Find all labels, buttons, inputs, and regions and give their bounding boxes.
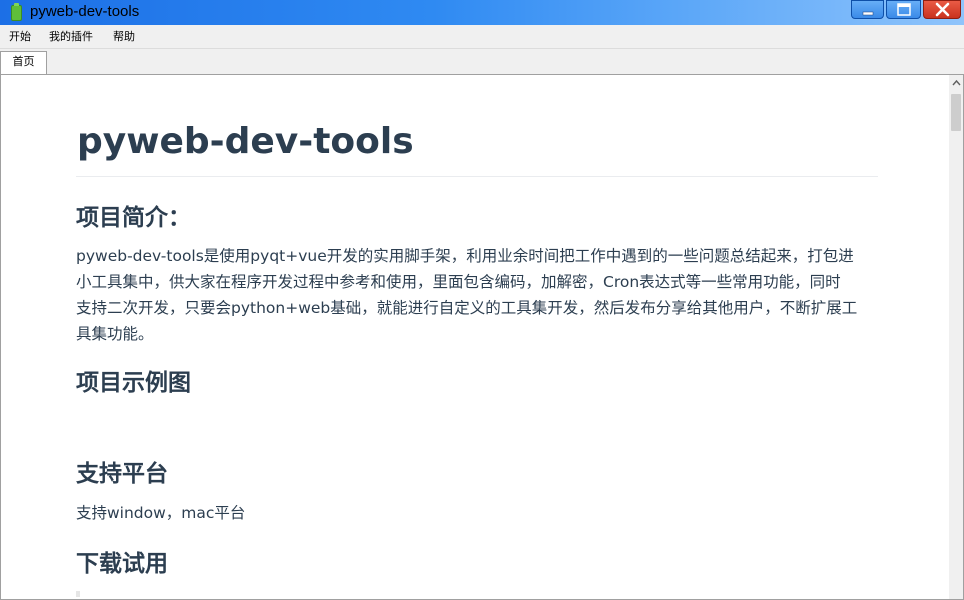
- tab-bar: 首页: [0, 49, 964, 75]
- maximize-icon: [897, 3, 911, 16]
- menu-item-help[interactable]: 帮助: [113, 29, 135, 45]
- scrollbar-thumb[interactable]: [951, 94, 961, 131]
- window-titlebar[interactable]: pyweb-dev-tools: [0, 0, 964, 25]
- close-button[interactable]: [923, 0, 961, 19]
- menu-item-my-plugins[interactable]: 我的插件: [49, 29, 93, 45]
- section-heading-platforms: 支持平台: [76, 461, 168, 487]
- page-title: pyweb-dev-tools: [77, 121, 414, 162]
- section-heading-download: 下载试用: [76, 551, 168, 577]
- minimize-icon: [862, 11, 874, 16]
- window-title: pyweb-dev-tools: [30, 3, 140, 20]
- intro-paragraph: pyweb-dev-tools是使用pyqt+vue开发的实用脚手架，利用业余时…: [76, 243, 878, 347]
- content-view: pyweb-dev-tools 项目简介： pyweb-dev-tools是使用…: [0, 74, 964, 600]
- maximize-button[interactable]: [886, 0, 921, 19]
- tab-home[interactable]: 首页: [0, 51, 47, 75]
- vertical-scrollbar[interactable]: [949, 75, 963, 599]
- intro-line: 具集功能。: [76, 325, 154, 343]
- menu-item-start[interactable]: 开始: [9, 29, 31, 45]
- menu-bar: 开始 我的插件 帮助: [0, 25, 964, 49]
- intro-line: 支持二次开发，只要会python+web基础，就能进行自定义的工具集开发，然后发…: [76, 299, 858, 317]
- close-icon: [935, 2, 950, 17]
- platforms-paragraph: 支持window，mac平台: [76, 500, 878, 526]
- title-divider: [76, 176, 878, 177]
- platforms-text: 支持window，mac平台: [76, 504, 246, 522]
- list-bullet-fragment: [76, 591, 80, 597]
- intro-line: pyweb-dev-tools是使用pyqt+vue开发的实用脚手架，利用业余时…: [76, 247, 854, 265]
- minimize-button[interactable]: [851, 0, 884, 19]
- scroll-up-button[interactable]: [949, 75, 963, 92]
- section-heading-intro: 项目简介：: [76, 205, 191, 231]
- section-heading-screenshots: 项目示例图: [76, 370, 191, 396]
- chevron-up-icon: [952, 79, 961, 86]
- app-icon: [11, 3, 22, 21]
- intro-line: 小工具集中，供大家在程序开发过程中参考和使用，里面包含编码，加解密，Cron表达…: [76, 273, 841, 291]
